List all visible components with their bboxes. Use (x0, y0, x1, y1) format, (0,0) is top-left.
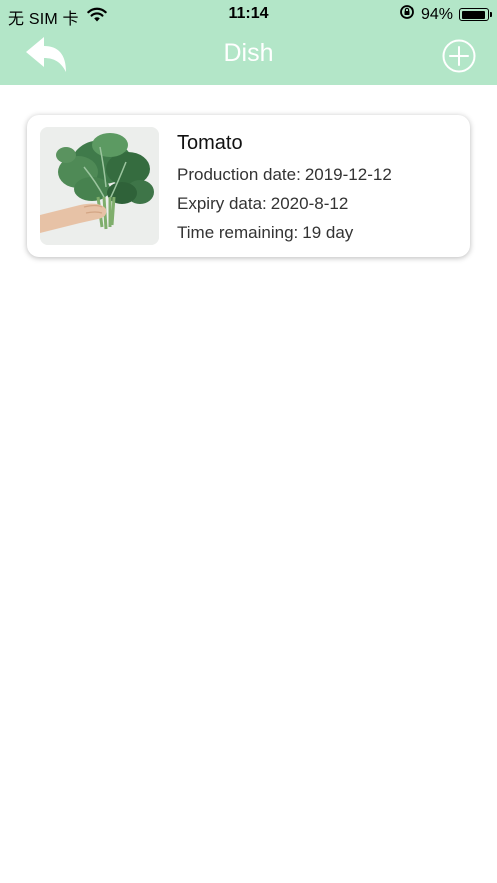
battery-percent: 94% (420, 5, 453, 23)
time-remaining-label: Time remaining: (177, 223, 299, 242)
status-bar: 无 SIM 卡 11:14 94% (0, 0, 497, 28)
battery-level-fill (461, 10, 485, 19)
time-remaining-value: 19 day (302, 223, 354, 242)
production-date-row: Production date: 2019-12-12 (177, 160, 458, 189)
production-date-value: 2019-12-12 (304, 165, 392, 184)
leafy-vegetable-image (40, 127, 159, 245)
add-button[interactable] (439, 36, 479, 76)
app-header: 无 SIM 卡 11:14 94% Dish (0, 0, 497, 85)
expiry-date-label: Expiry data: (177, 194, 267, 213)
dish-thumbnail (40, 127, 159, 245)
expiry-date-value: 2020-8-12 (270, 194, 349, 213)
time-remaining-row: Time remaining: 19 day (177, 218, 458, 247)
production-date-label: Production date: (177, 165, 301, 184)
expiry-date-row: Expiry data: 2020-8-12 (177, 189, 458, 218)
battery-icon (459, 8, 492, 21)
page-title: Dish (223, 39, 274, 67)
dish-name: Tomato (177, 132, 243, 154)
status-right: 94% (399, 4, 492, 25)
orientation-lock-icon (399, 4, 415, 25)
dish-card[interactable]: Tomato Production date: 2019-12-12 Expiry… (27, 115, 470, 257)
battery-cap (490, 12, 492, 17)
navigation-bar: Dish (0, 28, 497, 85)
dish-info: Tomato Production date: 2019-12-12 Expiry… (177, 131, 458, 247)
add-circle-icon (442, 39, 476, 73)
